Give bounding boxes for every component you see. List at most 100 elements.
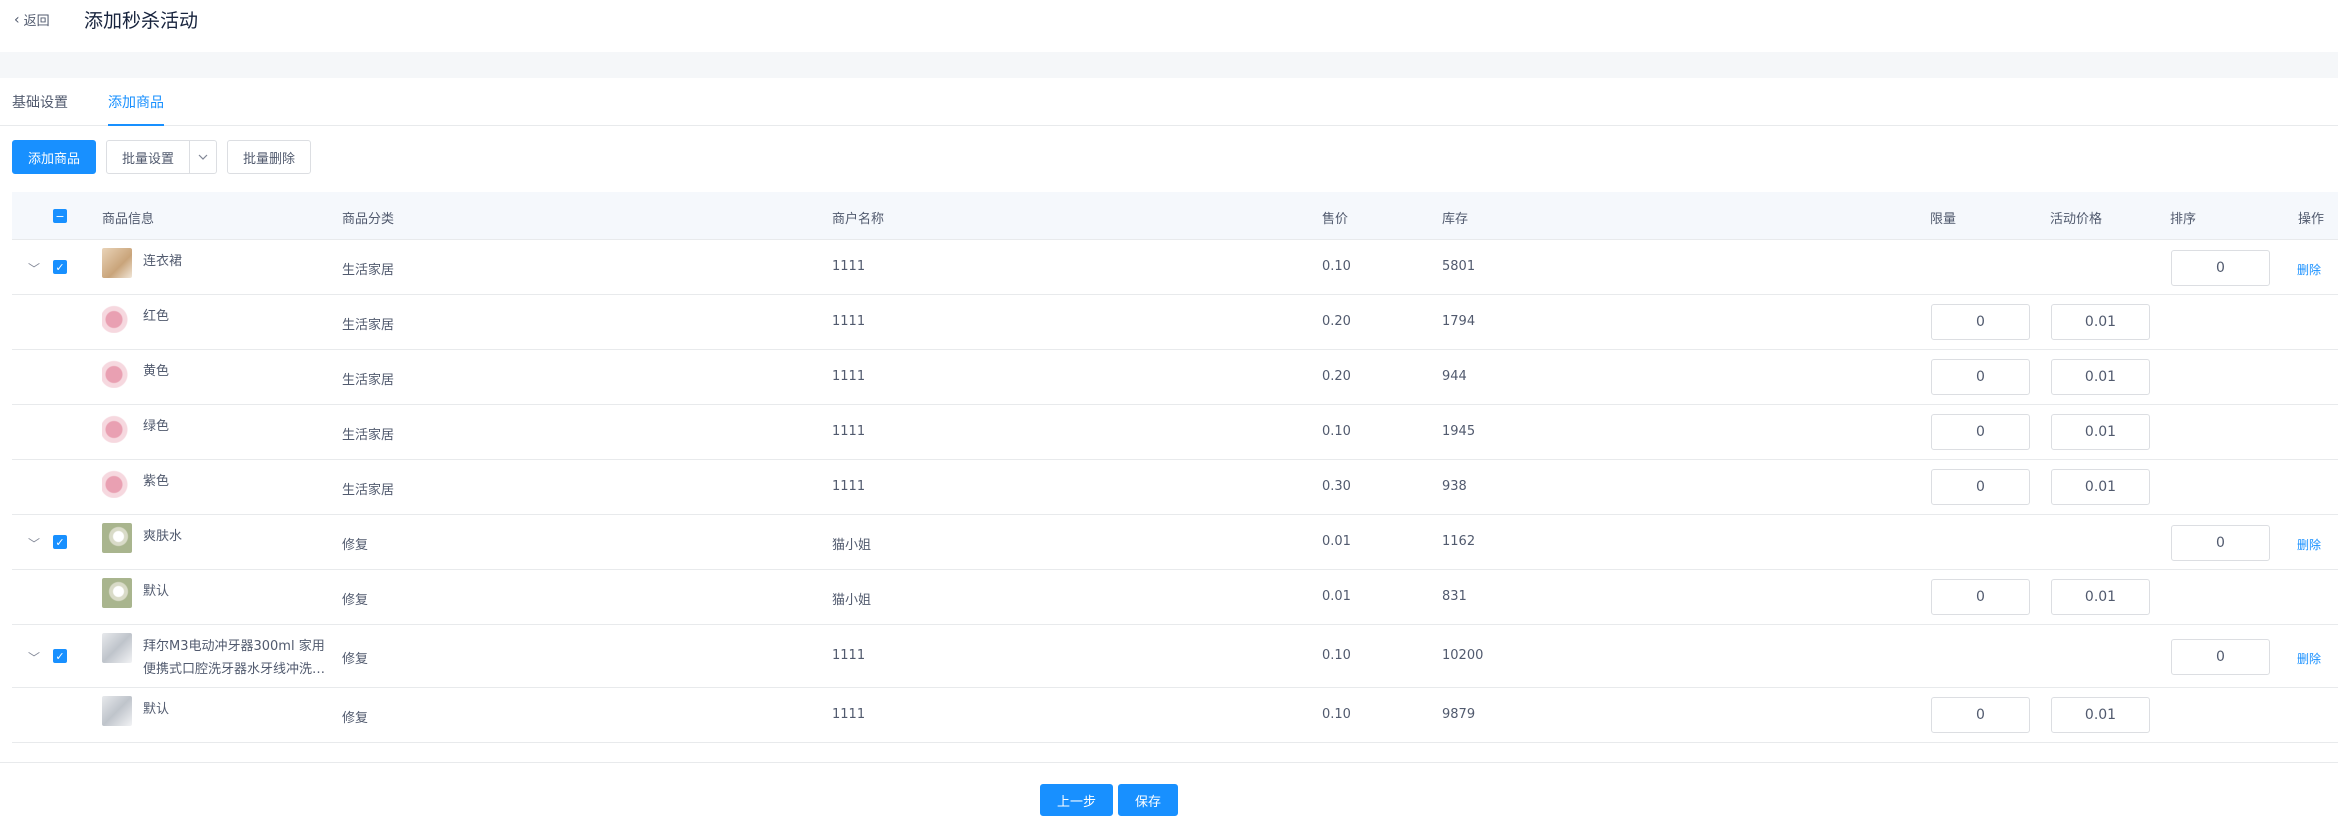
table-header: − 商品信息 商品分类 商户名称 售价 库存 限量 活动价格 排序 操作	[12, 192, 2338, 240]
merchant: 1111	[832, 424, 866, 439]
price: 0.10	[1322, 424, 1351, 439]
select-all-checkbox[interactable]: −	[53, 209, 67, 223]
chevron-left-icon: ‹	[14, 11, 20, 28]
col-stock: 库存	[1442, 212, 1469, 227]
product-thumbnail	[102, 696, 132, 726]
product-thumbnail	[102, 468, 132, 498]
product-thumbnail	[102, 413, 132, 443]
product-name: 爽肤水	[143, 529, 183, 544]
chevron-down-icon[interactable]	[190, 141, 216, 173]
merchant: 1111	[832, 648, 866, 663]
col-action: 操作	[2298, 212, 2325, 227]
row-checkbox[interactable]: ✓	[53, 260, 67, 274]
merchant: 1111	[832, 259, 866, 274]
price: 0.20	[1322, 369, 1351, 384]
product-thumbnail	[102, 633, 132, 663]
category: 修复	[342, 652, 369, 667]
stock: 831	[1442, 589, 1467, 604]
prev-step-button[interactable]: 上一步	[1040, 784, 1114, 816]
table-row: 绿色 生活家居 1111 0.10 1945 0 0.01	[12, 405, 2338, 460]
sku-name: 绿色	[143, 419, 170, 434]
sku-name: 默认	[143, 584, 170, 599]
activity-price-input[interactable]: 0.01	[2051, 579, 2150, 615]
col-category: 商品分类	[342, 212, 395, 227]
toolbar: 添加商品 批量设置 批量删除	[12, 140, 312, 174]
product-thumbnail	[102, 248, 132, 278]
table-row: ﹀ ✓ 拜尔M3电动冲牙器300ml 家用 便携式口腔洗牙器水牙线冲洗… 修复 …	[12, 625, 2338, 688]
save-button[interactable]: 保存	[1118, 784, 1179, 816]
chevron-down-icon[interactable]: ﹀	[28, 649, 40, 666]
chevron-down-icon[interactable]: ﹀	[28, 535, 40, 552]
merchant: 1111	[832, 479, 866, 494]
activity-price-input[interactable]: 0.01	[2051, 304, 2150, 340]
delete-link[interactable]: 删除	[2297, 650, 2321, 667]
sort-input[interactable]: 0	[2171, 250, 2270, 286]
page-header: ‹ 返回 添加秒杀活动	[0, 0, 2338, 52]
row-checkbox[interactable]: ✓	[53, 649, 67, 663]
tab-bar: 基础设置 添加商品	[0, 78, 2338, 126]
tab-basic-settings[interactable]: 基础设置	[12, 92, 68, 124]
delete-link[interactable]: 删除	[2297, 261, 2321, 278]
limit-input[interactable]: 0	[1931, 697, 2030, 733]
category: 修复	[342, 593, 369, 608]
stock: 938	[1442, 479, 1467, 494]
table-row: 黄色 生活家居 1111 0.20 944 0 0.01	[12, 350, 2338, 405]
price: 0.30	[1322, 479, 1351, 494]
stock: 9879	[1442, 707, 1476, 722]
row-checkbox[interactable]: ✓	[53, 535, 67, 549]
merchant: 猫小姐	[832, 538, 872, 553]
stock: 5801	[1442, 259, 1476, 274]
limit-input[interactable]: 0	[1931, 359, 2030, 395]
sku-name: 默认	[143, 702, 170, 717]
section-divider	[0, 52, 2338, 78]
category: 生活家居	[342, 373, 395, 388]
batch-set-button[interactable]: 批量设置	[107, 141, 191, 173]
price: 0.01	[1322, 589, 1351, 604]
merchant: 1111	[832, 369, 866, 384]
table-row: 默认 修复 猫小姐 0.01 831 0 0.01	[12, 570, 2338, 625]
stock: 944	[1442, 369, 1467, 384]
stock: 1945	[1442, 424, 1476, 439]
table-row: 紫色 生活家居 1111 0.30 938 0 0.01	[12, 460, 2338, 515]
activity-price-input[interactable]: 0.01	[2051, 469, 2150, 505]
activity-price-input[interactable]: 0.01	[2051, 697, 2150, 733]
product-thumbnail	[102, 358, 132, 388]
batch-delete-button[interactable]: 批量删除	[227, 140, 312, 174]
col-product-info: 商品信息	[102, 212, 155, 227]
table-row: ﹀ ✓ 连衣裙 生活家居 1111 0.10 5801 0 删除	[12, 240, 2338, 295]
activity-price-input[interactable]: 0.01	[2051, 359, 2150, 395]
delete-link[interactable]: 删除	[2297, 536, 2321, 553]
limit-input[interactable]: 0	[1931, 304, 2030, 340]
price: 0.01	[1322, 534, 1351, 549]
product-name-line1: 拜尔M3电动冲牙器300ml 家用	[143, 639, 325, 654]
chevron-down-icon[interactable]: ﹀	[28, 260, 40, 277]
product-thumbnail	[102, 303, 132, 333]
back-label: 返回	[23, 14, 50, 29]
sort-input[interactable]: 0	[2171, 525, 2270, 561]
add-product-button[interactable]: 添加商品	[12, 140, 97, 174]
batch-set-dropdown: 批量设置	[106, 140, 218, 174]
category: 修复	[342, 538, 369, 553]
merchant: 1111	[832, 707, 866, 722]
activity-price-input[interactable]: 0.01	[2051, 414, 2150, 450]
col-limit: 限量	[1930, 212, 1957, 227]
product-table: − 商品信息 商品分类 商户名称 售价 库存 限量 活动价格 排序 操作 ﹀ ✓…	[12, 192, 2338, 743]
page-title: 添加秒杀活动	[84, 10, 199, 32]
product-name-line2: 便携式口腔洗牙器水牙线冲洗…	[143, 662, 326, 677]
limit-input[interactable]: 0	[1931, 414, 2030, 450]
col-merchant: 商户名称	[832, 212, 885, 227]
price: 0.10	[1322, 648, 1351, 663]
product-name: 连衣裙	[143, 254, 183, 269]
price: 0.10	[1322, 707, 1351, 722]
price: 0.10	[1322, 259, 1351, 274]
category: 修复	[342, 711, 369, 726]
product-thumbnail	[102, 523, 132, 553]
footer-actions: 上一步 保存	[0, 762, 2338, 832]
tab-add-products[interactable]: 添加商品	[108, 92, 164, 126]
stock: 10200	[1442, 648, 1484, 663]
limit-input[interactable]: 0	[1931, 579, 2030, 615]
sort-input[interactable]: 0	[2171, 639, 2270, 675]
category: 生活家居	[342, 483, 395, 498]
limit-input[interactable]: 0	[1931, 469, 2030, 505]
back-link[interactable]: ‹ 返回	[14, 10, 50, 30]
